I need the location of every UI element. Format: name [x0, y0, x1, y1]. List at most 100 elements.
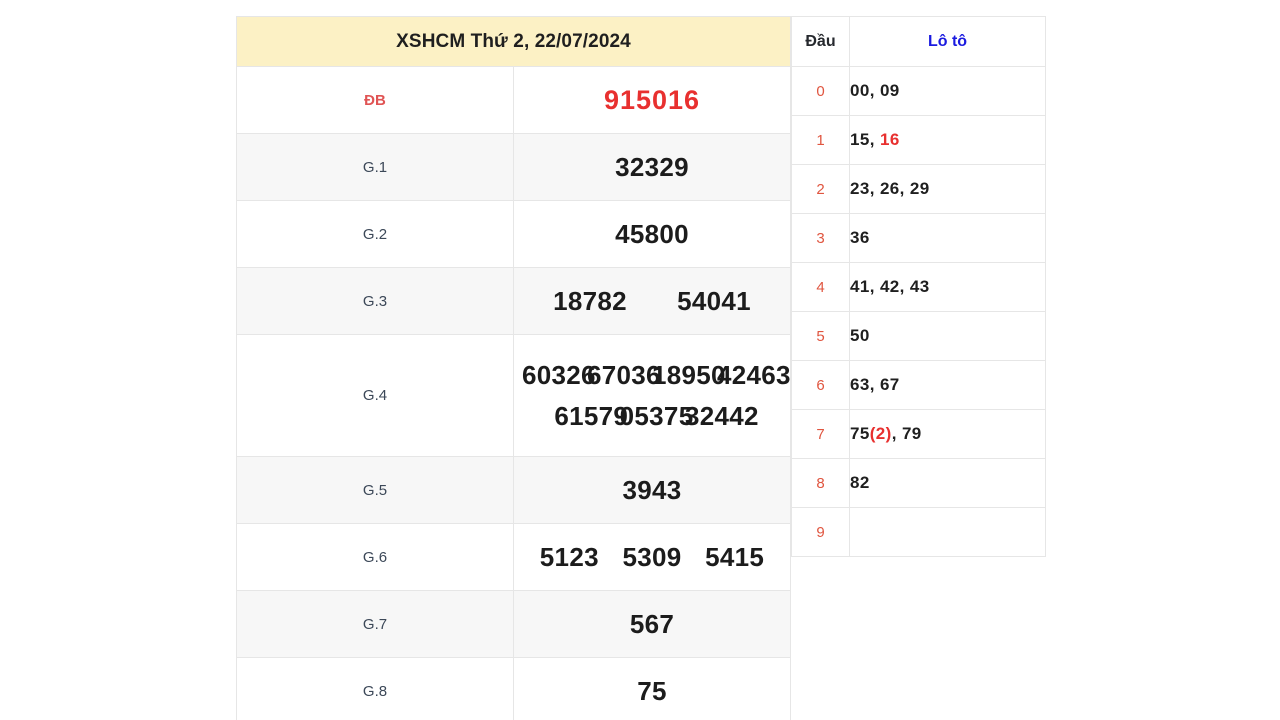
prize-number: 32329 — [615, 151, 689, 182]
loto-row: 8 82 — [791, 458, 1046, 508]
prize-number-grid: 45800 — [514, 219, 790, 250]
loto-values: 50 — [849, 311, 1046, 361]
results-table-head: XSHCM Thứ 2, 22/07/2024 — [236, 16, 791, 67]
results-header-row: XSHCM Thứ 2, 22/07/2024 — [236, 16, 791, 67]
prize-number: 5415 — [705, 541, 765, 572]
prize-number: 75 — [637, 675, 667, 706]
prize-number-grid: 18782 54041 — [514, 286, 790, 317]
loto-values: 23, 26, 29 — [849, 164, 1046, 214]
prize-number: 05375 — [619, 400, 694, 431]
prize-number: 42463 — [717, 359, 791, 390]
loto-repeat-marker: 16 — [879, 130, 900, 149]
loto-dau-digit: 4 — [791, 262, 850, 312]
prize-number: 915016 — [603, 84, 701, 115]
loto-values: 36 — [849, 213, 1046, 263]
loto-row: 6 63, 67 — [791, 360, 1046, 410]
prize-label: G.8 — [236, 657, 514, 720]
loto-dau-digit: 3 — [791, 213, 850, 263]
prize-number-grid: 75 — [514, 676, 790, 707]
loto-row: 0 00, 09 — [791, 66, 1046, 116]
loto-row: 7 75(2), 79 — [791, 409, 1046, 459]
prize-numbers: 18782 54041 — [513, 267, 791, 335]
prize-number-grid: 5123 5309 5415 — [514, 542, 790, 573]
loto-values: 15, 16 — [849, 115, 1046, 165]
prize-numbers: 32329 — [513, 133, 791, 201]
prize-number-line: 61579 05375 32442 — [522, 401, 782, 432]
prize-numbers: 567 — [513, 590, 791, 658]
loto-row: 9 — [791, 507, 1046, 557]
prize-label: G.1 — [236, 133, 514, 201]
loto-row: 1 15, 16 — [791, 115, 1046, 165]
loto-table: Đầu Lô tô 0 00, 09 1 15, 16 2 23, 26, 29 3 36 4 4… — [791, 16, 1046, 557]
prize-label: G.6 — [236, 523, 514, 591]
prize-label: G.2 — [236, 200, 514, 268]
prize-number: 18782 — [553, 285, 627, 316]
loto-header-row: Đầu Lô tô — [791, 16, 1046, 67]
prize-numbers: 3943 — [513, 456, 791, 524]
loto-header-dau: Đầu — [791, 16, 850, 67]
prize-number-grid: 32329 — [514, 152, 790, 183]
prize-number: 567 — [629, 608, 675, 639]
prize-numbers: 60326 67036 18950 42463 61579 05375 32442 — [513, 334, 791, 457]
prize-number: 5309 — [622, 541, 682, 572]
prize-row: G.7 567 — [236, 590, 791, 658]
loto-table-body: 0 00, 09 1 15, 16 2 23, 26, 29 3 36 4 41, 42, 43 5… — [791, 66, 1046, 557]
loto-values: 00, 09 — [849, 66, 1046, 116]
prize-row: G.5 3943 — [236, 456, 791, 524]
loto-row: 3 36 — [791, 213, 1046, 263]
loto-dau-digit: 8 — [791, 458, 850, 508]
prize-number: 3943 — [622, 474, 682, 505]
prize-number: 5123 — [539, 541, 599, 572]
prize-number-grid: 567 — [514, 609, 790, 640]
prize-label: G.7 — [236, 590, 514, 658]
loto-dau-digit: 9 — [791, 507, 850, 557]
prize-number: 61579 — [554, 400, 629, 431]
prize-label: G.4 — [236, 334, 514, 457]
prize-row: G.8 75 — [236, 657, 791, 720]
prize-row: G.4 60326 67036 18950 42463 61579 05375 32442 — [236, 334, 791, 457]
loto-repeat-marker: (2) — [869, 424, 892, 443]
prize-number-grid: 915016 — [514, 85, 790, 116]
loto-row: 2 23, 26, 29 — [791, 164, 1046, 214]
loto-dau-digit: 0 — [791, 66, 850, 116]
prize-numbers: 45800 — [513, 200, 791, 268]
prize-numbers: 75 — [513, 657, 791, 720]
prize-numbers: 5123 5309 5415 — [513, 523, 791, 591]
prize-row: G.1 32329 — [236, 133, 791, 201]
loto-table-head: Đầu Lô tô — [791, 16, 1046, 67]
prize-label: G.3 — [236, 267, 514, 335]
prize-number: 32442 — [684, 400, 759, 431]
loto-header-loto: Lô tô — [849, 16, 1046, 67]
loto-dau-digit: 1 — [791, 115, 850, 165]
prize-row: ĐB 915016 — [236, 66, 791, 134]
results-table-body: ĐB 915016 G.1 32329 G.2 45800 G.3 18782 54041 G.4… — [236, 66, 791, 720]
results-table: XSHCM Thứ 2, 22/07/2024 ĐB 915016 G.1 32329… — [236, 16, 791, 720]
results-title: XSHCM Thứ 2, 22/07/2024 — [236, 16, 791, 67]
prize-number: 60326 — [522, 359, 596, 390]
prize-row: G.6 5123 5309 5415 — [236, 523, 791, 591]
prize-label: ĐB — [236, 66, 514, 134]
loto-values: 63, 67 — [849, 360, 1046, 410]
loto-values: 41, 42, 43 — [849, 262, 1046, 312]
prize-number-grid: 60326 67036 18950 42463 61579 05375 32442 — [514, 356, 791, 436]
loto-values: 75(2), 79 — [849, 409, 1046, 459]
loto-dau-digit: 5 — [791, 311, 850, 361]
prize-number: 18950 — [652, 359, 726, 390]
loto-dau-digit: 6 — [791, 360, 850, 410]
prize-label: G.5 — [236, 456, 514, 524]
loto-dau-digit: 2 — [791, 164, 850, 214]
prize-number: 45800 — [615, 218, 689, 249]
loto-dau-digit: 7 — [791, 409, 850, 459]
loto-values: 82 — [849, 458, 1046, 508]
loto-row: 4 41, 42, 43 — [791, 262, 1046, 312]
prize-number: 54041 — [677, 285, 751, 316]
loto-row: 5 50 — [791, 311, 1046, 361]
prize-number-line: 60326 67036 18950 42463 — [522, 359, 791, 391]
loto-values — [849, 507, 1046, 557]
lottery-results-page: XSHCM Thứ 2, 22/07/2024 ĐB 915016 G.1 32329… — [0, 0, 1280, 720]
prize-row: G.3 18782 54041 — [236, 267, 791, 335]
prize-number: 67036 — [587, 359, 661, 390]
prize-number-grid: 3943 — [514, 475, 790, 506]
prize-numbers: 915016 — [513, 66, 791, 134]
prize-row: G.2 45800 — [236, 200, 791, 268]
